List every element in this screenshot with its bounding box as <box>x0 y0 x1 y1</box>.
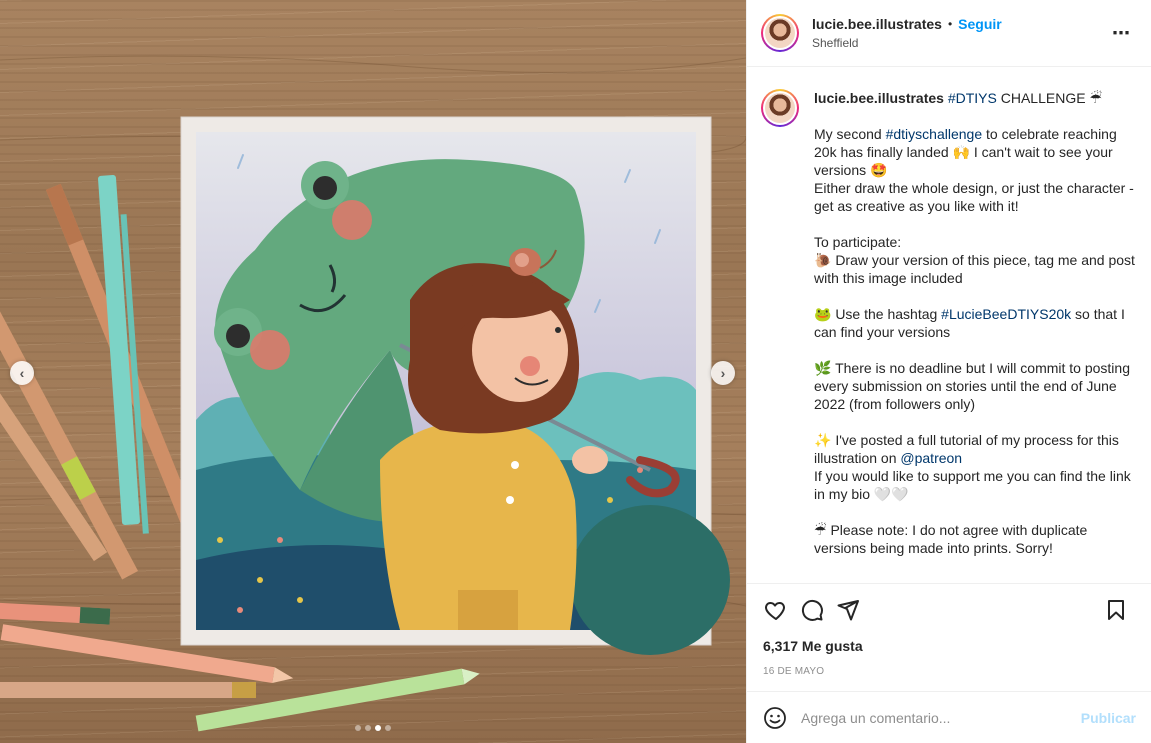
comment-bar: Publicar <box>747 691 1151 743</box>
heart-icon <box>765 602 785 620</box>
caption-username[interactable]: lucie.bee.illustrates <box>814 90 944 106</box>
action-bar <box>747 590 1151 630</box>
separator-dot: • <box>947 17 953 31</box>
comment-icon <box>801 599 823 621</box>
author-avatar[interactable] <box>761 14 799 52</box>
follow-button[interactable]: Seguir <box>958 16 1002 32</box>
next-slide-button[interactable]: › <box>711 361 735 385</box>
share-button[interactable] <box>833 595 863 625</box>
carousel-indicator <box>355 725 391 731</box>
bookmark-icon <box>1108 600 1124 620</box>
illustration-photo <box>0 55 746 732</box>
caption-text: lucie.bee.illustrates #DTIYS CHALLENGE ☔… <box>814 89 1137 583</box>
post-media[interactable]: ‹ › <box>0 0 746 743</box>
previous-slide-button[interactable]: ‹ <box>10 361 34 385</box>
comment-input[interactable] <box>801 709 1081 726</box>
caption-body: to celebrate reaching 20k has finally la… <box>814 126 1135 322</box>
more-options-icon[interactable]: ⋯ <box>1112 24 1131 42</box>
post-header: lucie.bee.illustrates • Seguir Sheffield… <box>747 0 1151 67</box>
hashtag-link[interactable]: #DTIYS <box>948 90 997 106</box>
likes-count[interactable]: 6,317 Me gusta <box>747 630 1151 654</box>
hashtag-link[interactable]: #LucieBeeDTIYS20k <box>941 306 1071 322</box>
carousel-dot <box>385 725 391 731</box>
caption-body: so that I can find your versions 🌿 There… <box>814 306 1130 466</box>
chevron-right-icon: › <box>720 365 726 381</box>
publish-button[interactable]: Publicar <box>1081 710 1136 726</box>
chevron-left-icon: ‹ <box>19 365 25 381</box>
comment-button[interactable] <box>797 595 827 625</box>
post-date[interactable]: 16 DE MAYO <box>747 654 1151 677</box>
carousel-dot-active <box>375 725 381 731</box>
emoji-icon[interactable] <box>763 706 787 730</box>
caption-body: My second <box>814 126 886 142</box>
like-button[interactable] <box>761 595 791 625</box>
post-location[interactable]: Sheffield <box>812 36 1002 50</box>
caption-body: If you would like to support me you can … <box>814 468 1131 556</box>
carousel-dot <box>365 725 371 731</box>
carousel-dot <box>355 725 361 731</box>
save-button[interactable] <box>1101 595 1131 625</box>
paper-plane-icon <box>837 600 859 621</box>
mention-link[interactable]: @patreon <box>900 450 962 466</box>
caption-title: CHALLENGE ☔ <box>996 90 1102 106</box>
hashtag-link[interactable]: #dtiyschallenge <box>886 126 983 142</box>
post-details-panel: lucie.bee.illustrates • Seguir Sheffield… <box>746 0 1151 743</box>
author-username[interactable]: lucie.bee.illustrates <box>812 16 942 32</box>
caption-author-avatar[interactable] <box>761 89 799 127</box>
illustration-paper <box>180 116 730 655</box>
caption-section: lucie.bee.illustrates #DTIYS CHALLENGE ☔… <box>747 67 1151 584</box>
